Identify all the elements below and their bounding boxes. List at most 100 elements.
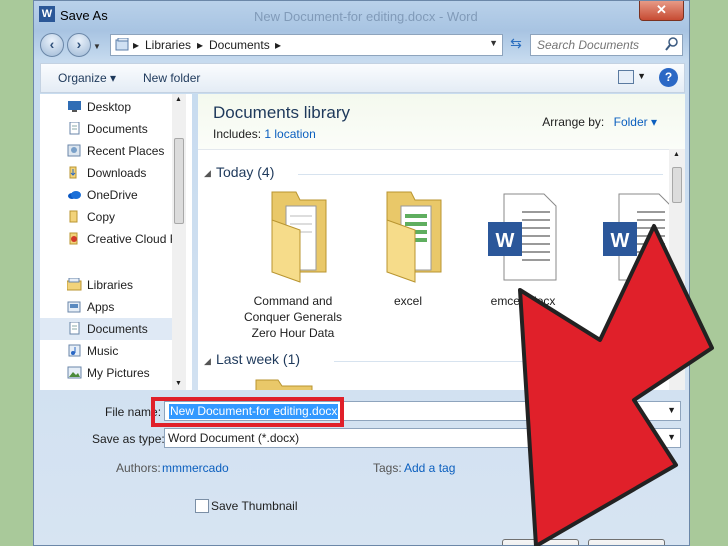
- file-item-document[interactable]: W emcee.docx: [468, 192, 578, 309]
- group-today[interactable]: Today (4): [216, 164, 274, 180]
- file-name: Command and Conquer Generals Zero Hour D…: [243, 294, 343, 340]
- search-box[interactable]: [530, 34, 683, 56]
- view-options-chevron-icon[interactable]: ▼: [637, 71, 646, 81]
- scroll-up-icon[interactable]: ▲: [673, 151, 680, 158]
- forward-button[interactable]: ›: [67, 33, 91, 57]
- address-dropdown-icon[interactable]: ▼: [489, 38, 498, 48]
- sidebar-item-downloads[interactable]: Downloads: [40, 162, 175, 184]
- sidebar-item-label: Libraries: [87, 278, 134, 292]
- authors-label: Authors:: [116, 461, 161, 475]
- save-as-dialog: W Save As New Document-for editing.docx …: [33, 0, 690, 546]
- libraries-icon: [115, 38, 129, 51]
- back-arrow-icon: ‹: [49, 36, 55, 52]
- back-button[interactable]: ‹: [40, 33, 64, 57]
- file-name-dropdown-icon[interactable]: ▼: [667, 405, 676, 415]
- save-thumbnail-checkbox[interactable]: [195, 499, 209, 513]
- save-as-type-label: Save as type:: [92, 432, 165, 446]
- file-name-field[interactable]: New Document-for editing.docx ▼: [164, 401, 681, 421]
- svg-text:W: W: [611, 230, 630, 252]
- pictures-icon: [67, 366, 82, 379]
- new-folder-button[interactable]: New folder: [143, 71, 200, 85]
- sidebar-item-documents[interactable]: Documents: [40, 118, 175, 140]
- save-as-type-dropdown-icon[interactable]: ▼: [667, 432, 676, 442]
- cancel-button[interactable]: [588, 539, 665, 545]
- apps-icon: [67, 301, 81, 313]
- navigation-pane: Desktop Documents Recent Places Download…: [40, 94, 192, 390]
- downloads-folder-icon: [69, 166, 77, 179]
- file-name-label: File name:: [105, 405, 162, 419]
- library-locations-link[interactable]: 1 location: [264, 127, 315, 141]
- forward-arrow-icon: ›: [76, 36, 82, 52]
- folder-icon: [386, 191, 442, 283]
- sidebar-item-label: Creative Cloud Fil: [87, 232, 175, 246]
- documents-icon: [69, 322, 80, 335]
- breadcrumb-separator-icon: ▸: [133, 38, 140, 52]
- breadcrumb-libraries[interactable]: Libraries: [145, 38, 191, 52]
- address-bar[interactable]: ▸ Libraries ▸ Documents ▸ ▼: [110, 34, 503, 56]
- save-button[interactable]: [502, 539, 579, 545]
- help-icon[interactable]: ?: [659, 68, 678, 87]
- sidebar-item-label: Downloads: [87, 166, 147, 180]
- navigation-bar: ‹ › ▼ ▸ Libraries ▸ Documents ▸ ▼ ⇆: [34, 31, 689, 59]
- sidebar-item-desktop[interactable]: Desktop: [40, 96, 175, 118]
- sidebar-item-onedrive[interactable]: OneDrive: [40, 184, 175, 206]
- group-divider: [298, 174, 663, 175]
- sidebar-item-label: My Pictures: [87, 366, 150, 380]
- change-view-icon[interactable]: [618, 70, 634, 84]
- sidebar-scrollbar[interactable]: ▲ ▼: [172, 94, 186, 390]
- library-header: Documents library Includes: 1 location A…: [198, 94, 685, 150]
- group-last-week[interactable]: Last week (1): [216, 351, 300, 367]
- folder-icon: [255, 379, 313, 390]
- sidebar-item-music[interactable]: Music: [40, 340, 175, 362]
- sidebar-item-creative-cloud[interactable]: Creative Cloud Fil: [40, 228, 175, 250]
- sidebar-item-apps[interactable]: Apps: [40, 296, 175, 318]
- arrange-by-dropdown[interactable]: Folder ▾: [614, 115, 657, 129]
- tags-value[interactable]: Add a tag: [404, 461, 455, 475]
- file-list-scroll-thumb[interactable]: [672, 167, 682, 203]
- file-item-folder[interactable]: excel: [353, 186, 463, 309]
- file-item-folder[interactable]: Command and Conquer Generals Zero Hour D…: [238, 186, 348, 341]
- authors-value[interactable]: mmmercado: [162, 461, 229, 475]
- organize-menu[interactable]: Organize ▾: [58, 71, 116, 85]
- save-as-type-select[interactable]: Word Document (*.docx) ▼: [164, 428, 681, 448]
- recent-pages-chevron-icon[interactable]: ▼: [93, 42, 101, 51]
- sidebar-item-recent-places[interactable]: Recent Places: [40, 140, 175, 162]
- sidebar-item-my-pictures[interactable]: My Pictures: [40, 362, 175, 384]
- sidebar-item-libraries[interactable]: Libraries: [40, 274, 175, 296]
- desktop-icon: [68, 101, 81, 112]
- scroll-up-icon[interactable]: ▲: [175, 96, 182, 103]
- background-window-title: New Document-for editing.docx - Word: [254, 9, 478, 24]
- command-toolbar: Organize ▾ New folder ▼ ?: [40, 63, 685, 93]
- word-app-icon: W: [39, 6, 55, 22]
- sidebar-item-label: Copy: [87, 210, 116, 224]
- file-list-scrollbar[interactable]: ▲: [669, 149, 685, 390]
- sidebar-item-copy[interactable]: Copy: [40, 206, 175, 228]
- sidebar-scroll-thumb[interactable]: [174, 138, 184, 224]
- file-name: excel: [393, 294, 422, 308]
- folder-icon: [69, 210, 78, 223]
- library-includes: Includes: 1 location: [213, 127, 316, 141]
- word-document-icon: W: [603, 193, 672, 281]
- scroll-down-icon[interactable]: ▼: [175, 380, 182, 387]
- group-collapse-icon[interactable]: ◢: [204, 168, 211, 179]
- file-name: emcee.docx: [490, 294, 556, 308]
- search-input[interactable]: [531, 35, 667, 55]
- word-document-icon: W: [488, 193, 557, 281]
- sidebar-item-label: Desktop: [87, 100, 132, 114]
- close-button[interactable]: ✕: [639, 1, 684, 21]
- group-collapse-icon[interactable]: ◢: [204, 356, 211, 367]
- folder-icon: [271, 191, 327, 283]
- libraries-icon: [67, 278, 82, 291]
- sidebar-item-label: Recent Places: [87, 144, 165, 158]
- dialog-title: Save As: [60, 8, 108, 23]
- file-name-value[interactable]: New Document-for editing.docx: [169, 404, 339, 419]
- sidebar-item-label: OneDrive: [87, 188, 138, 202]
- title-bar: W Save As New Document-for editing.docx …: [34, 1, 689, 29]
- breadcrumb-separator-icon: ▸: [197, 38, 204, 52]
- sidebar-item-documents-library[interactable]: Documents: [40, 318, 175, 340]
- file-list-pane: Documents library Includes: 1 location A…: [198, 94, 685, 390]
- save-as-type-value: Word Document (*.docx): [168, 431, 300, 445]
- refresh-icon[interactable]: ⇆: [506, 35, 526, 55]
- breadcrumb-documents[interactable]: Documents: [209, 38, 270, 52]
- arrange-by: Arrange by: Folder ▾: [542, 115, 657, 129]
